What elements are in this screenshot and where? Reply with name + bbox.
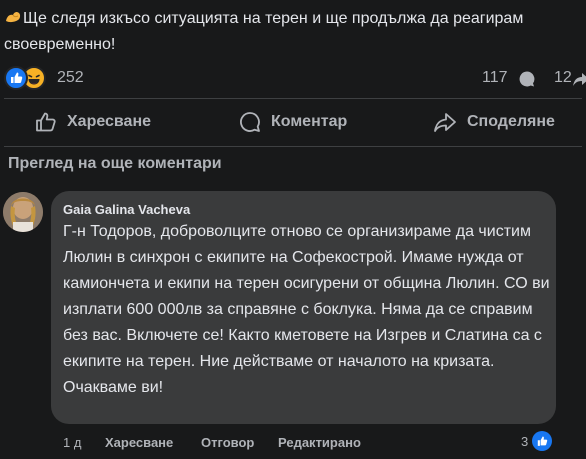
comment-edited-label[interactable]: Редактирано (278, 435, 361, 450)
post-text: Ще следя изкъсо ситуацията на терен и ще… (4, 6, 579, 58)
flexed-biceps-icon (6, 11, 21, 23)
comment-button-label: Коментар (271, 113, 348, 130)
divider (4, 146, 582, 147)
like-button[interactable]: Харесване (35, 104, 151, 140)
avatar[interactable] (3, 192, 43, 232)
comment-like-button[interactable]: Харесване (105, 435, 173, 450)
comment-button[interactable]: Коментар (239, 104, 347, 140)
comment-text: Г-н Тодоров, доброволците отново се орга… (63, 223, 550, 396)
share-arrow-icon (434, 113, 456, 132)
comment-like-count[interactable]: 3 (521, 434, 528, 449)
reaction-icons[interactable] (4, 66, 46, 90)
share-button-label: Споделяне (467, 113, 555, 130)
comment-time[interactable]: 1 д (63, 435, 81, 450)
comment-count-icon (519, 71, 535, 87)
comment-author[interactable]: Gaia Galina Vacheva (63, 202, 190, 217)
divider (4, 98, 582, 99)
share-count[interactable]: 12 (554, 69, 572, 87)
comment-bubble: Gaia Galina Vacheva Г-н Тодоров, доброво… (51, 191, 556, 424)
like-reaction-icon (532, 431, 552, 451)
share-count-icon (573, 73, 586, 86)
view-more-comments-link[interactable]: Преглед на още коментари (8, 155, 222, 173)
reactions-summary[interactable]: 252 117 12 (4, 66, 586, 92)
comment-count[interactable]: 117 (482, 69, 508, 87)
like-reaction-icon (4, 66, 28, 90)
speech-bubble-icon (240, 112, 260, 132)
like-button-label: Харесване (67, 113, 152, 130)
thumbs-up-icon (36, 112, 56, 132)
post-text-content: Ще следя изкъсо ситуацията на терен и ще… (4, 10, 524, 53)
share-button[interactable]: Споделяне (433, 104, 555, 140)
reaction-count[interactable]: 252 (57, 69, 84, 87)
post-actions: Харесване Коментар Споделяне (0, 104, 586, 140)
comment-reply-button[interactable]: Отговор (201, 435, 254, 450)
